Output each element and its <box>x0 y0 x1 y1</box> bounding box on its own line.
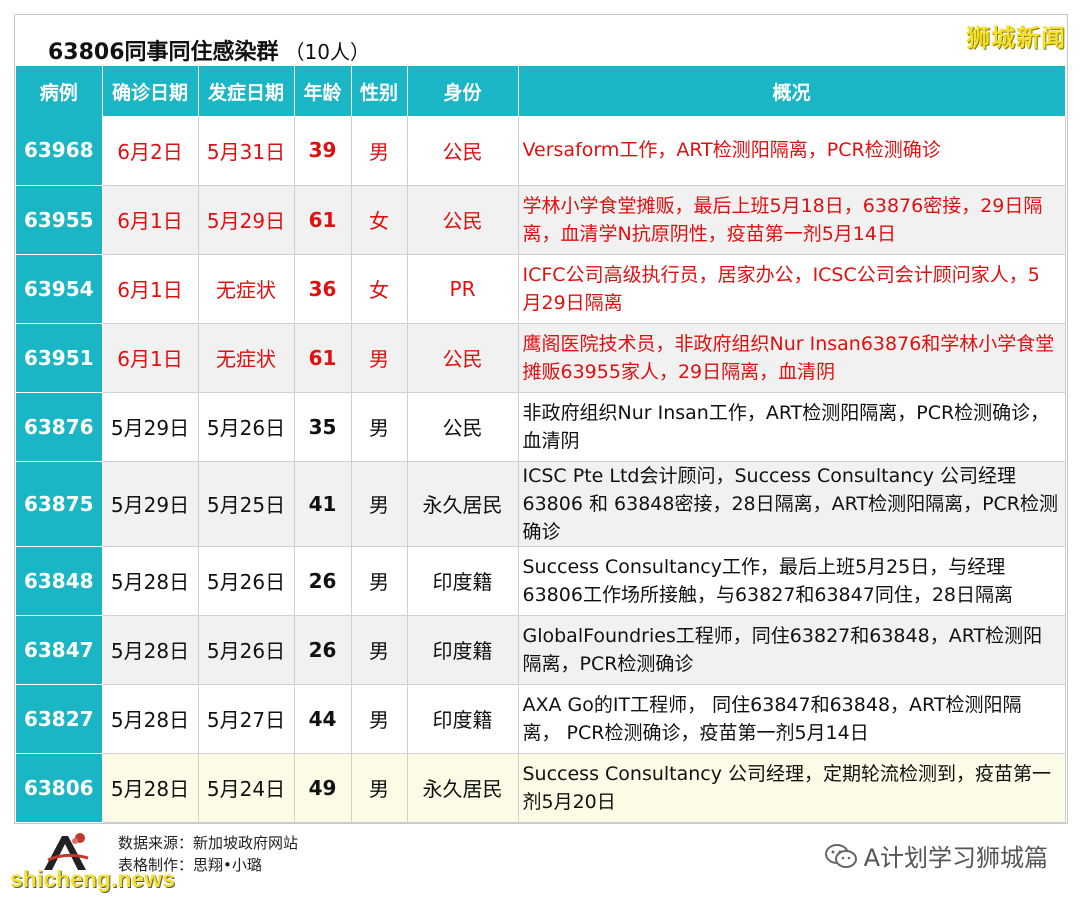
confirm-date: 6月1日 <box>102 185 199 255</box>
confirm-date: 5月28日 <box>102 753 199 823</box>
onset-date: 5月24日 <box>198 753 295 823</box>
confirm-date: 6月1日 <box>102 254 199 324</box>
summary: 鹰阁医院技术员，非政府组织Nur Insan63876和学林小学食堂摊贩6395… <box>518 323 1066 393</box>
case-id: 63827 <box>16 684 103 754</box>
onset-date: 无症状 <box>198 254 295 324</box>
summary: ICFC公司高级执行员，居家办公，ICSC公司会计顾问家人，5月29日隔离 <box>518 254 1066 324</box>
age: 44 <box>294 684 352 754</box>
age: 36 <box>294 254 352 324</box>
confirm-date: 5月28日 <box>102 684 199 754</box>
case-id: 63876 <box>16 392 103 462</box>
cases-table: 病例 确诊日期 发症日期 年龄 性别 身份 概况 63968 6月2日 5月31… <box>16 66 1066 823</box>
table-row: 63955 6月1日 5月29日 61 女 公民 学林小学食堂摊贩，最后上班5月… <box>16 185 1066 255</box>
table-row: 63847 5月28日 5月26日 26 男 印度籍 GlobalFoundri… <box>16 615 1066 685</box>
table-row: 63848 5月28日 5月26日 26 男 印度籍 Success Consu… <box>16 546 1066 616</box>
onset-date: 无症状 <box>198 323 295 393</box>
sex: 男 <box>351 461 408 547</box>
table-row: 63876 5月29日 5月26日 35 男 公民 非政府组织Nur Insan… <box>16 392 1066 462</box>
status: 印度籍 <box>407 615 519 685</box>
case-id: 63954 <box>16 254 103 324</box>
sex: 男 <box>351 323 408 393</box>
header-case: 病例 <box>16 66 103 116</box>
onset-date: 5月26日 <box>198 615 295 685</box>
summary: Success Consultancy工作，最后上班5月25日，与经理63806… <box>518 546 1066 616</box>
age: 26 <box>294 546 352 616</box>
title-count: （10人） <box>284 40 370 64</box>
age: 39 <box>294 116 352 186</box>
sex: 女 <box>351 185 408 255</box>
confirm-date: 5月28日 <box>102 546 199 616</box>
header-age: 年龄 <box>294 66 352 116</box>
site-watermark: shicheng.news <box>10 866 175 892</box>
onset-date: 5月26日 <box>198 546 295 616</box>
header-summary: 概况 <box>518 66 1066 116</box>
age: 49 <box>294 753 352 823</box>
onset-date: 5月26日 <box>198 392 295 462</box>
table-row: 63951 6月1日 无症状 61 男 公民 鹰阁医院技术员，非政府组织Nur … <box>16 323 1066 393</box>
sex: 男 <box>351 684 408 754</box>
table-row: 63954 6月1日 无症状 36 女 PR ICFC公司高级执行员，居家办公，… <box>16 254 1066 324</box>
onset-date: 5月29日 <box>198 185 295 255</box>
header-onset-date: 发症日期 <box>198 66 295 116</box>
confirm-date: 5月29日 <box>102 392 199 462</box>
status: 公民 <box>407 323 519 393</box>
sex: 女 <box>351 254 408 324</box>
age: 26 <box>294 615 352 685</box>
table-row: 63875 5月29日 5月25日 41 男 永久居民 ICSC Pte Ltd… <box>16 461 1066 547</box>
case-id: 63806 <box>16 753 103 823</box>
status: PR <box>407 254 519 324</box>
sex: 男 <box>351 116 408 186</box>
status: 公民 <box>407 116 519 186</box>
age: 41 <box>294 461 352 547</box>
summary: Success Consultancy 公司经理，定期轮流检测到，疫苗第一剂5月… <box>518 753 1066 823</box>
wechat-watermark: A计划学习狮城篇 <box>824 838 1048 873</box>
table-row: 63827 5月28日 5月27日 44 男 印度籍 AXA Go的IT工程师，… <box>16 684 1066 754</box>
summary: ICSC Pte Ltd会计顾问，Success Consultancy 公司经… <box>518 461 1066 547</box>
title-text: 63806同事同住感染群 <box>48 40 279 65</box>
summary: AXA Go的IT工程师， 同住63847和63848，ART检测阳隔离， PC… <box>518 684 1066 754</box>
case-id: 63968 <box>16 116 103 186</box>
case-id: 63875 <box>16 461 103 547</box>
age: 35 <box>294 392 352 462</box>
status: 印度籍 <box>407 546 519 616</box>
age: 61 <box>294 323 352 393</box>
status: 公民 <box>407 185 519 255</box>
summary: 学林小学食堂摊贩，最后上班5月18日，63876密接，29日隔离，血清学N抗原阴… <box>518 185 1066 255</box>
case-id: 63848 <box>16 546 103 616</box>
wechat-account-name: A计划学习狮城篇 <box>863 844 1048 872</box>
confirm-date: 6月1日 <box>102 323 199 393</box>
status: 公民 <box>407 392 519 462</box>
sex: 男 <box>351 392 408 462</box>
summary: Versaform工作，ART检测阳隔离，PCR检测确诊 <box>518 116 1066 186</box>
onset-date: 5月25日 <box>198 461 295 547</box>
table-header-row: 病例 确诊日期 发症日期 年龄 性别 身份 概况 <box>16 66 1066 116</box>
table-row: 63806 5月28日 5月24日 49 男 永久居民 Success Cons… <box>16 753 1066 823</box>
page-title: 63806同事同住感染群 （10人） <box>48 34 370 66</box>
confirm-date: 5月29日 <box>102 461 199 547</box>
status: 印度籍 <box>407 684 519 754</box>
case-id: 63955 <box>16 185 103 255</box>
summary: GlobalFoundries工程师，同住63827和63848，ART检测阳隔… <box>518 615 1066 685</box>
sex: 男 <box>351 615 408 685</box>
data-source: 数据来源：新加坡政府网站 <box>118 834 299 852</box>
confirm-date: 6月2日 <box>102 116 199 186</box>
confirm-date: 5月28日 <box>102 615 199 685</box>
onset-date: 5月31日 <box>198 116 295 186</box>
header-status: 身份 <box>407 66 519 116</box>
case-id: 63951 <box>16 323 103 393</box>
brand-watermark-top: 狮城新闻 <box>966 24 1066 52</box>
age: 61 <box>294 185 352 255</box>
status: 永久居民 <box>407 753 519 823</box>
wechat-icon <box>824 843 857 868</box>
header-confirm-date: 确诊日期 <box>102 66 199 116</box>
case-id: 63847 <box>16 615 103 685</box>
sex: 男 <box>351 753 408 823</box>
status: 永久居民 <box>407 461 519 547</box>
summary: 非政府组织Nur Insan工作，ART检测阳隔离，PCR检测确诊，血清阴 <box>518 392 1066 462</box>
table-row: 63968 6月2日 5月31日 39 男 公民 Versaform工作，ART… <box>16 116 1066 186</box>
header-sex: 性别 <box>351 66 408 116</box>
onset-date: 5月27日 <box>198 684 295 754</box>
sex: 男 <box>351 546 408 616</box>
